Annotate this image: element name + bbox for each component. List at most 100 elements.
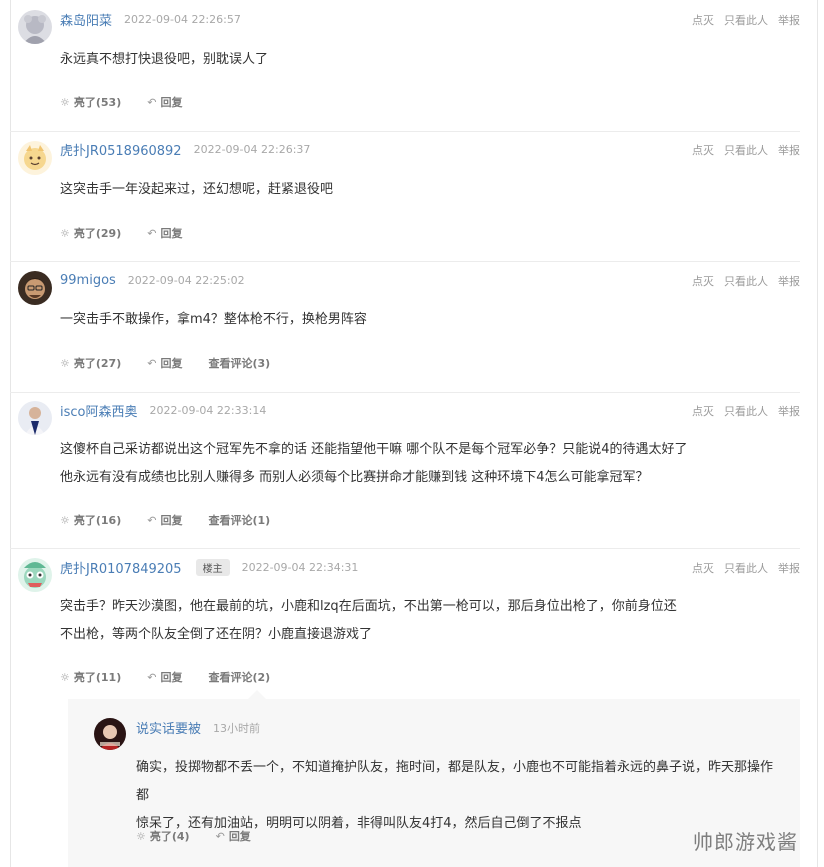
comment-meta: 虎扑JR0518960892 2022-09-04 22:26:37 <box>60 140 311 159</box>
comment-actions: ☼ 亮了(11) ↶ 回复 查看评论(2) <box>60 669 296 685</box>
comment-text: 永远真不想打快退役吧，别耽误人了 <box>60 46 700 74</box>
reply-icon: ↶ <box>147 95 157 109</box>
reply-label: 回复 <box>228 830 251 843</box>
comment-tools: 点灭 只看此人 举报 <box>692 273 800 289</box>
comment-actions: ☼ 亮了(29) ↶ 回复 <box>60 225 208 241</box>
username[interactable]: 森岛阳菜 <box>60 10 112 29</box>
view-comments-button[interactable]: 查看评论(3) <box>208 355 270 371</box>
comment-meta: 虎扑JR0107849205 楼主 2022-09-04 22:34:31 <box>60 558 359 577</box>
comment-meta: isco阿森西奥 2022-09-04 22:33:14 <box>60 401 267 420</box>
username[interactable]: 说实话要被 <box>136 718 201 737</box>
avatar[interactable] <box>18 10 52 44</box>
comment-actions: ☼ 亮了(16) ↶ 回复 查看评论(1) <box>60 512 296 528</box>
dislike-button[interactable]: 点灭 <box>692 403 714 419</box>
avatar[interactable] <box>94 718 126 750</box>
username[interactable]: 虎扑JR0518960892 <box>60 140 182 159</box>
reply-button[interactable]: ↶ 回复 <box>147 669 182 685</box>
view-comments-label: 查看评论(1) <box>208 514 271 527</box>
timestamp: 13小时前 <box>213 721 261 735</box>
only-this-user-button[interactable]: 只看此人 <box>724 403 768 419</box>
reply-button[interactable]: ↶ 回复 <box>216 828 251 844</box>
like-count: 亮了(16) <box>73 514 122 527</box>
comment-line: 这突击手一年没起来过，还幻想呢，赶紧退役吧 <box>60 182 334 197</box>
reply-icon: ↶ <box>147 226 157 240</box>
sub-reply-actions: ☼ 亮了(4) ↶ 回复 <box>136 828 277 844</box>
comment-line: 突击手？昨天沙漠图，他在最前的坑，小鹿和lzq在后面坑，不出第一枪可以，那后身位… <box>60 599 677 614</box>
reply-button[interactable]: ↶ 回复 <box>147 225 182 241</box>
reply-button[interactable]: ↶ 回复 <box>147 94 182 110</box>
view-comments-button[interactable]: 查看评论(2) <box>208 669 270 685</box>
only-this-user-button[interactable]: 只看此人 <box>724 273 768 289</box>
reply-label: 回复 <box>160 227 183 240</box>
comment-line: 一突击手不敢操作，拿m4？整体枪不行，换枪男阵容 <box>60 312 367 327</box>
comment-line: 不出枪，等两个队友全倒了还在阴？小鹿直接退游戏了 <box>60 627 373 642</box>
like-button[interactable]: ☼ 亮了(16) <box>60 512 121 528</box>
avatar[interactable] <box>18 401 52 435</box>
comment-text: 突击手？昨天沙漠图，他在最前的坑，小鹿和lzq在后面坑，不出第一枪可以，那后身位… <box>60 593 700 649</box>
comment-actions: ☼ 亮了(53) ↶ 回复 <box>60 94 208 110</box>
dislike-button[interactable]: 点灭 <box>692 560 714 576</box>
comment-tools: 点灭 只看此人 举报 <box>692 403 800 419</box>
timestamp: 2022-09-04 22:26:37 <box>193 142 311 156</box>
only-this-user-button[interactable]: 只看此人 <box>724 560 768 576</box>
avatar[interactable] <box>18 141 52 175</box>
reply-button[interactable]: ↶ 回复 <box>147 512 182 528</box>
timestamp: 2022-09-04 22:33:14 <box>149 403 267 417</box>
username[interactable]: 虎扑JR0107849205 <box>60 558 182 577</box>
like-button[interactable]: ☼ 亮了(4) <box>136 828 190 844</box>
reply-icon: ↶ <box>147 356 157 370</box>
like-button[interactable]: ☼ 亮了(11) <box>60 669 121 685</box>
avatar[interactable] <box>18 558 52 592</box>
dislike-button[interactable]: 点灭 <box>692 12 714 28</box>
timestamp: 2022-09-04 22:26:57 <box>124 12 241 26</box>
report-button[interactable]: 举报 <box>778 12 800 28</box>
reply-label: 回复 <box>160 514 183 527</box>
divider <box>10 131 800 132</box>
comment-actions: ☼ 亮了(27) ↶ 回复 查看评论(3) <box>60 355 296 371</box>
divider <box>10 261 800 262</box>
divider <box>10 548 800 549</box>
report-button[interactable]: 举报 <box>778 403 800 419</box>
comment-text: 这傻杯自己采访都说出这个冠军先不拿的话 还能指望他干嘛 哪个队不是每个冠军必争？… <box>60 436 780 492</box>
comment-line: 这傻杯自己采访都说出这个冠军先不拿的话 还能指望他干嘛 哪个队不是每个冠军必争？… <box>60 442 688 457</box>
comment-meta: 森岛阳菜 2022-09-04 22:26:57 <box>60 10 241 29</box>
dislike-button[interactable]: 点灭 <box>692 142 714 158</box>
comment-line: 确实，投掷物都不丢一个，不知道掩护队友，拖时间，都是队友，小鹿也不可能指着永远的… <box>136 760 774 803</box>
like-button[interactable]: ☼ 亮了(53) <box>60 94 121 110</box>
like-icon: ☼ <box>136 829 146 843</box>
comment-text: 这突击手一年没起来过，还幻想呢，赶紧退役吧 <box>60 176 700 204</box>
like-icon: ☼ <box>60 356 70 370</box>
like-icon: ☼ <box>60 670 70 684</box>
like-button[interactable]: ☼ 亮了(29) <box>60 225 121 241</box>
dislike-button[interactable]: 点灭 <box>692 273 714 289</box>
reply-button[interactable]: ↶ 回复 <box>147 355 182 371</box>
like-button[interactable]: ☼ 亮了(27) <box>60 355 121 371</box>
like-icon: ☼ <box>60 513 70 527</box>
timestamp: 2022-09-04 22:25:02 <box>127 273 245 287</box>
reply-icon: ↶ <box>147 513 157 527</box>
report-button[interactable]: 举报 <box>778 560 800 576</box>
only-this-user-button[interactable]: 只看此人 <box>724 142 768 158</box>
username[interactable]: isco阿森西奥 <box>60 401 138 420</box>
report-button[interactable]: 举报 <box>778 273 800 289</box>
comment-line: 他永远有没有成绩也比别人赚得多 而别人必须每个比赛拼命才能赚到钱 这种环境下4怎… <box>60 470 649 485</box>
only-this-user-button[interactable]: 只看此人 <box>724 12 768 28</box>
reply-label: 回复 <box>160 671 183 684</box>
op-badge: 楼主 <box>195 558 230 576</box>
like-icon: ☼ <box>60 226 70 240</box>
like-icon: ☼ <box>60 95 70 109</box>
reply-icon: ↶ <box>215 829 225 843</box>
reply-label: 回复 <box>160 96 183 109</box>
divider <box>10 392 800 393</box>
like-count: 亮了(11) <box>73 671 122 684</box>
comment-tools: 点灭 只看此人 举报 <box>692 12 800 28</box>
view-comments-label: 查看评论(3) <box>208 357 271 370</box>
username[interactable]: 99migos <box>60 273 116 288</box>
comment-text: 一突击手不敢操作，拿m4？整体枪不行，换枪男阵容 <box>60 306 700 334</box>
view-comments-button[interactable]: 查看评论(1) <box>208 512 270 528</box>
avatar[interactable] <box>18 271 52 305</box>
sub-reply-text: 确实，投掷物都不丢一个，不知道掩护队友，拖时间，都是队友，小鹿也不可能指着永远的… <box>136 754 776 838</box>
timestamp: 2022-09-04 22:34:31 <box>241 560 359 574</box>
report-button[interactable]: 举报 <box>778 142 800 158</box>
comment-tools: 点灭 只看此人 举报 <box>692 142 800 158</box>
